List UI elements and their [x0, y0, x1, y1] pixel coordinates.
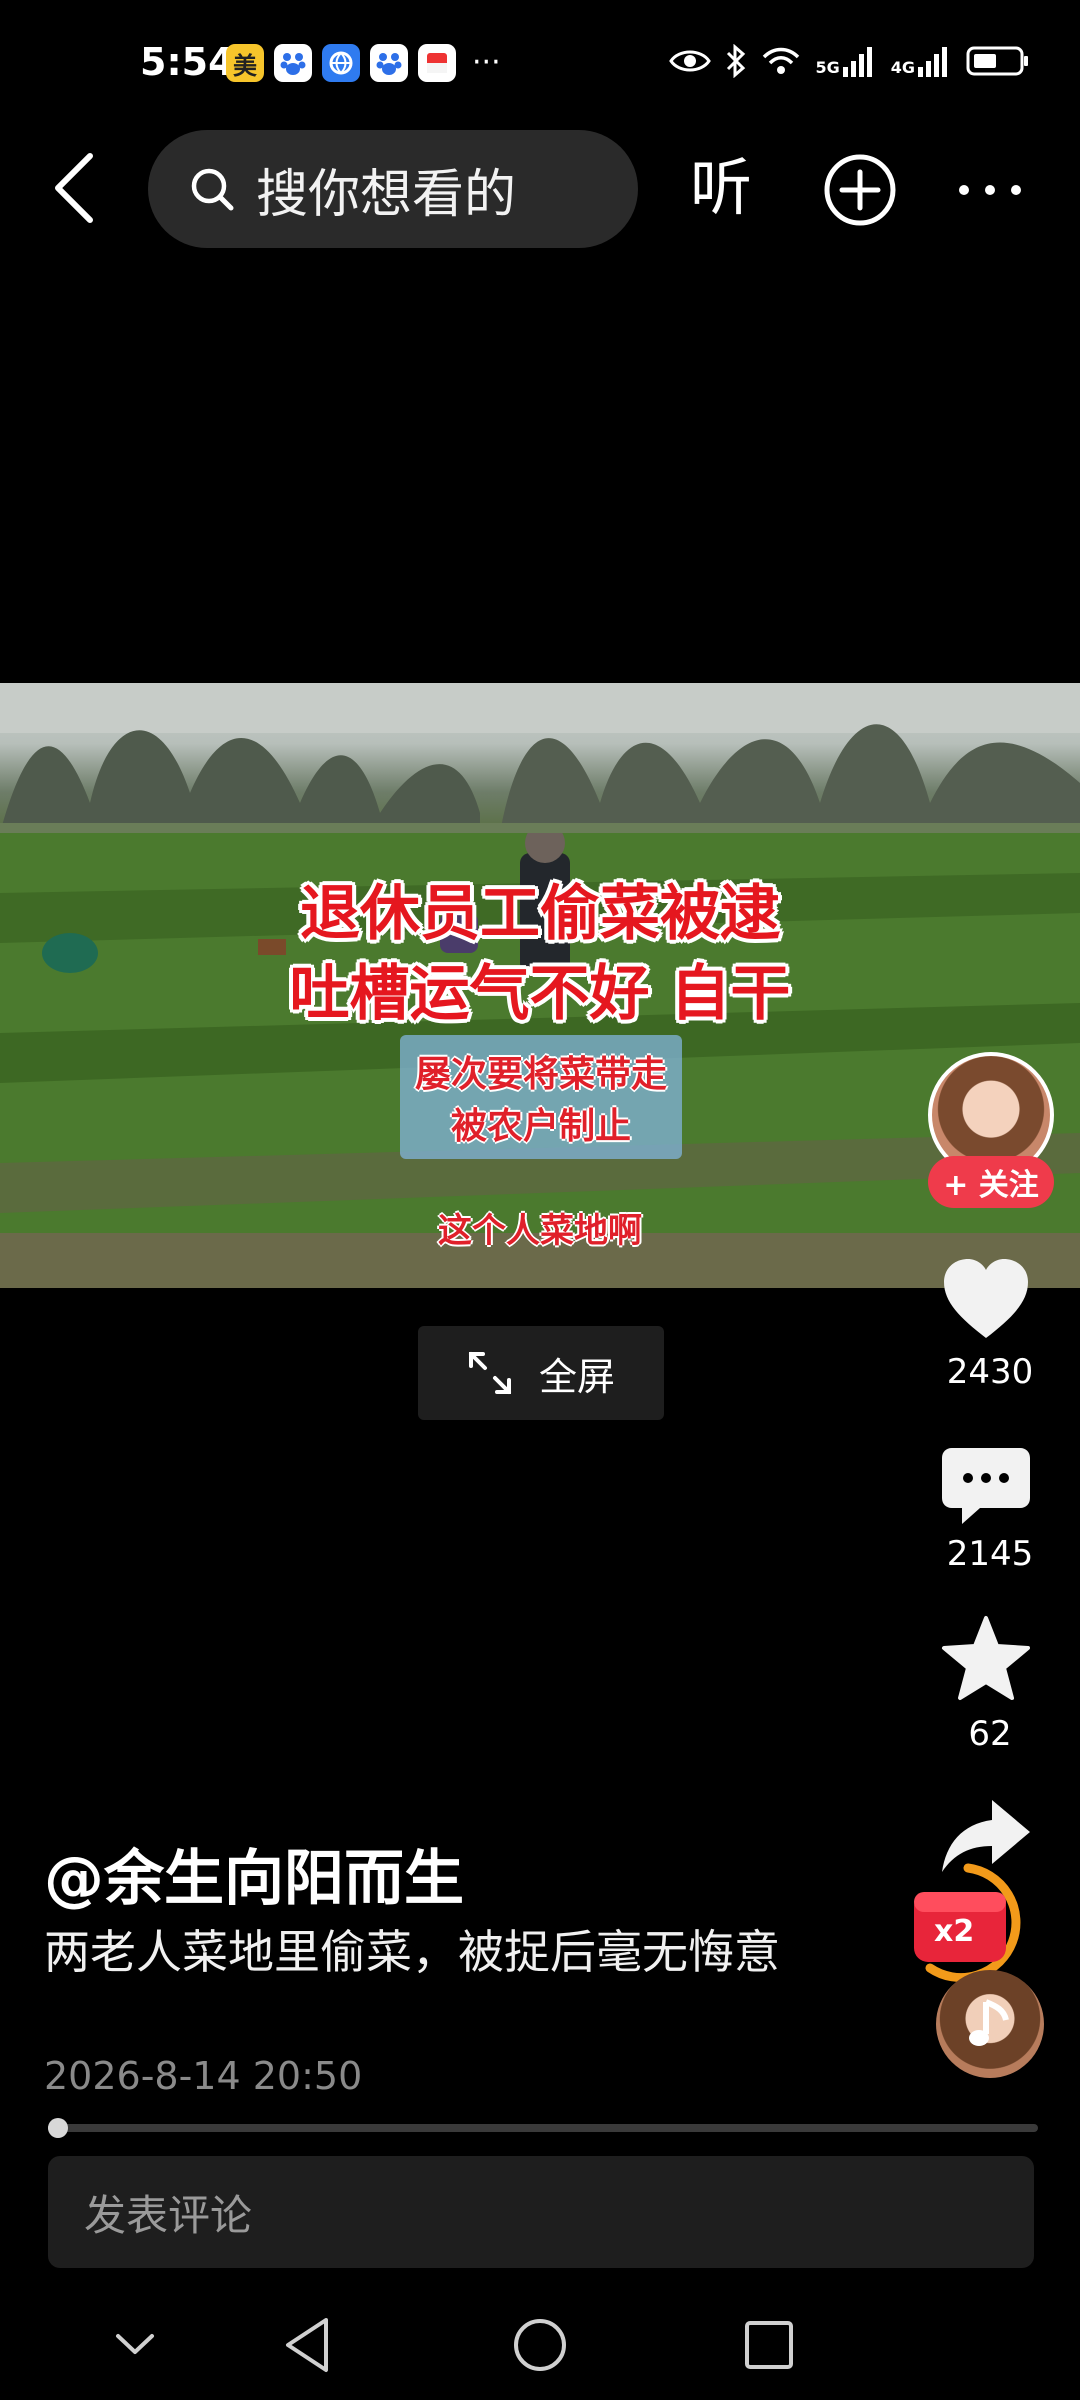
publish-button[interactable]	[822, 152, 898, 228]
music-disc[interactable]	[936, 1970, 1044, 2078]
more-notifications-icon: ···	[472, 45, 501, 80]
back-arrow-icon	[55, 153, 93, 223]
plus-circle-icon	[824, 154, 896, 226]
system-navigation-bar	[0, 2290, 1080, 2400]
listen-button[interactable]: 听	[690, 148, 752, 228]
top-nav: 搜你想看的 听	[0, 128, 1080, 248]
search-icon	[191, 168, 234, 211]
video-overlay-title-2: 吐槽运气不好 自干	[289, 959, 791, 1029]
baidu-app-icon-2	[370, 44, 408, 82]
hide-nav-button[interactable]	[100, 2310, 170, 2380]
search-input[interactable]: 搜你想看的	[148, 130, 638, 248]
video-overlay-sub-2: 被农户制止	[450, 1106, 631, 1147]
search-placeholder: 搜你想看的	[256, 164, 517, 225]
video-overlay-caption: 这个人菜地啊	[438, 1211, 642, 1251]
star-icon	[942, 1616, 1030, 1700]
video-overlay-sub-1: 屡次要将菜带走	[414, 1054, 667, 1095]
comment-bubble-icon	[942, 1448, 1030, 1524]
signal-4g-icon: 4G	[891, 45, 952, 77]
reward-badge-label: x2	[934, 1914, 975, 1949]
nav-back-button[interactable]	[274, 2310, 344, 2380]
favorite-count: 62	[968, 1714, 1012, 1754]
more-button[interactable]	[950, 152, 1030, 228]
meituan-app-icon: 美	[226, 44, 264, 82]
status-time: 5:54	[140, 40, 235, 84]
video-progress-bar[interactable]	[48, 2124, 1038, 2132]
more-dots-icon	[959, 185, 1021, 195]
comment-input[interactable]: 发表评论	[48, 2156, 1034, 2268]
baidu-app-icon	[274, 44, 312, 82]
signal-5g-icon: 5G	[815, 45, 876, 77]
video-overlay-title-1: 退休员工偷菜被逮	[300, 879, 780, 949]
chevron-down-icon	[116, 2334, 154, 2354]
like-button[interactable]	[940, 1256, 1032, 1346]
video-progress-knob[interactable]	[48, 2118, 68, 2138]
notification-icons: 美 ···	[226, 44, 501, 82]
nav-recents-button[interactable]	[734, 2310, 804, 2380]
system-status-icons: 5G 4G	[669, 44, 1030, 78]
status-bar: 5:54 美 ··· 5G 4G	[0, 0, 1080, 130]
triangle-back-icon	[286, 2318, 328, 2372]
video-player[interactable]: 退休员工偷菜被逮 吐槽运气不好 自干 屡次要将菜带走 被农户制止 这个人菜地啊	[0, 683, 1080, 1288]
post-date: 2026-8-14 20:50	[44, 2054, 363, 2098]
expand-icon	[468, 1352, 511, 1394]
fullscreen-button[interactable]: 全屏	[418, 1326, 664, 1420]
favorite-button[interactable]	[940, 1614, 1032, 1706]
news-app-icon	[418, 44, 456, 82]
author-name[interactable]: @余生向阳而生	[44, 1830, 464, 1917]
back-button[interactable]	[44, 148, 104, 228]
post-description: 两老人菜地里偷菜，被捉后毫无悔意	[44, 1925, 780, 1979]
comment-placeholder: 发表评论	[84, 2190, 253, 2240]
like-count: 2430	[946, 1352, 1034, 1392]
background-trees-illustration	[0, 683, 1080, 853]
heart-icon	[944, 1259, 1028, 1338]
battery-icon	[966, 46, 1028, 76]
comment-count: 2145	[946, 1534, 1034, 1574]
eye-icon	[669, 50, 712, 72]
wifi-icon	[763, 47, 800, 74]
bluetooth-icon	[727, 44, 746, 78]
follow-button[interactable]: + 关注	[928, 1156, 1054, 1208]
comment-button[interactable]	[940, 1444, 1032, 1532]
browser-app-icon	[322, 44, 360, 82]
nav-home-button[interactable]	[505, 2310, 575, 2380]
music-note-icon	[969, 1999, 1009, 2046]
square-recents-icon	[745, 2321, 793, 2369]
circle-home-icon	[514, 2319, 566, 2371]
fullscreen-label: 全屏	[538, 1354, 615, 1399]
